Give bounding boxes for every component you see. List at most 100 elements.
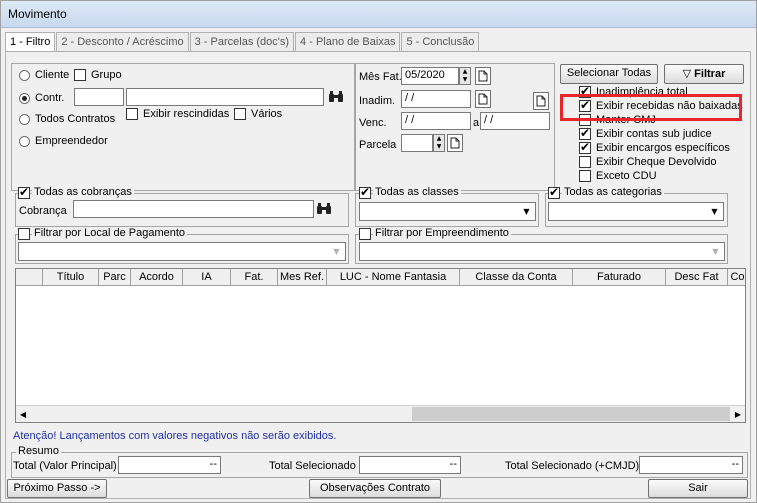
- check-varios[interactable]: [234, 108, 246, 120]
- inadim-extra-doc-icon[interactable]: [533, 92, 549, 110]
- radio-contr-label: Contr.: [35, 92, 65, 104]
- local-pagamento-select[interactable]: ▼: [18, 242, 346, 261]
- check-encargos-especificos[interactable]: [579, 140, 591, 154]
- empreendimento-legend: Filtrar por Empreendimento: [373, 227, 511, 239]
- venc-separator: a: [473, 117, 480, 129]
- scroll-left-icon[interactable]: ◀: [16, 407, 30, 422]
- mes-fat-spinner[interactable]: ▲ ▼: [459, 67, 471, 85]
- grid-horizontal-scrollbar[interactable]: ◀ ▶: [16, 405, 745, 422]
- radio-empreendedor[interactable]: [19, 136, 30, 147]
- scroll-thumb[interactable]: [412, 407, 730, 421]
- tab-desconto-acrescimo[interactable]: 2 - Desconto / Acréscimo: [56, 32, 189, 51]
- tab-conclusao[interactable]: 5 - Conclusão: [401, 32, 480, 51]
- total-cmjd-label: Total Selecionado (+CMJD): [505, 460, 640, 472]
- filter-button[interactable]: ▽ Filtrar: [664, 64, 744, 84]
- mes-fat-input[interactable]: 05/2020: [401, 67, 459, 85]
- radio-contr[interactable]: [19, 93, 30, 104]
- tab-parcelas[interactable]: 3 - Parcelas (doc's): [189, 32, 295, 51]
- check-encargos-especificos-label: Exibir encargos específicos: [596, 142, 730, 154]
- check-empreendimento[interactable]: [359, 228, 371, 240]
- total-selecionado-value: --: [359, 456, 461, 474]
- radio-cliente[interactable]: [19, 70, 30, 81]
- grid-col-acordo[interactable]: Acordo: [131, 269, 183, 286]
- grid-col-ia[interactable]: IA: [183, 269, 231, 286]
- check-contas-sub-judice[interactable]: [579, 126, 591, 140]
- check-exibir-rescindidas[interactable]: [126, 108, 138, 120]
- selection-group: [11, 63, 355, 191]
- radio-todos-contratos[interactable]: [19, 114, 30, 125]
- grid-col-classe-conta[interactable]: Classe da Conta: [460, 269, 573, 286]
- venc-from-input[interactable]: / /: [401, 112, 471, 130]
- scroll-right-icon[interactable]: ▶: [731, 407, 745, 422]
- radio-cliente-label: Cliente: [35, 69, 70, 81]
- inadim-calendar-icon[interactable]: [475, 90, 491, 108]
- check-exceto-cdu-label: Exceto CDU: [596, 170, 657, 182]
- check-todas-categorias[interactable]: [548, 185, 560, 199]
- check-grupo[interactable]: [74, 69, 86, 81]
- binoculars-icon[interactable]: [328, 88, 344, 106]
- movimento-window: Movimento 1 - Filtro 2 - Desconto / Acré…: [0, 0, 757, 503]
- venc-label: Venc.: [359, 117, 387, 129]
- cobranca-binoculars-icon[interactable]: [316, 200, 332, 218]
- grid-col-desc-fat[interactable]: Desc Fat: [666, 269, 728, 286]
- select-all-button[interactable]: Selecionar Todas: [560, 64, 658, 84]
- inadim-label: Inadim.: [359, 95, 396, 107]
- inadim-input[interactable]: / /: [401, 90, 471, 108]
- resumo-legend: Resumo: [16, 445, 61, 457]
- grid-col-parc[interactable]: Parc: [99, 269, 131, 286]
- exit-button[interactable]: Sair: [648, 479, 748, 498]
- grid-col-faturado[interactable]: Faturado: [573, 269, 666, 286]
- parcela-label: Parcela: [359, 139, 397, 151]
- total-principal-value: --: [118, 456, 221, 474]
- check-local-pagamento[interactable]: [18, 228, 30, 240]
- movimento-grid[interactable]: Título Parc Acordo IA Fat. Mes Ref. LUC …: [15, 268, 746, 423]
- contr-name-input[interactable]: [126, 88, 324, 106]
- grid-col-mes-ref[interactable]: Mes Ref.: [278, 269, 327, 286]
- window-title: Movimento: [8, 7, 67, 21]
- check-varios-label: Vários: [251, 108, 283, 120]
- tab-plano-baixas[interactable]: 4 - Plano de Baixas: [295, 32, 401, 51]
- funnel-icon: ▽: [682, 67, 692, 80]
- check-cheque-devolvido-label: Exibir Cheque Devolvido: [596, 156, 717, 168]
- tab-filtro[interactable]: 1 - Filtro: [5, 32, 56, 52]
- parcela-spinner[interactable]: ▲ ▼: [433, 134, 445, 152]
- check-cheque-devolvido[interactable]: [579, 156, 591, 168]
- next-step-button[interactable]: Próximo Passo ->: [7, 479, 107, 498]
- check-grupo-label: Grupo: [91, 69, 122, 81]
- check-todas-cobrancas[interactable]: [18, 185, 30, 199]
- cobranca-input[interactable]: [73, 200, 314, 218]
- title-bar: Movimento: [1, 1, 756, 28]
- empreendimento-select[interactable]: ▼: [359, 242, 725, 261]
- categorias-legend: Todas as categorias: [562, 186, 664, 198]
- categorias-select[interactable]: ▼: [548, 202, 724, 221]
- total-cmjd-value: --: [639, 456, 743, 474]
- contr-code-input[interactable]: [74, 88, 124, 106]
- total-principal-label: Total (Valor Principal): [13, 460, 117, 472]
- classes-select[interactable]: ▼: [359, 202, 536, 221]
- grid-col-co[interactable]: Co: [728, 269, 745, 286]
- grid-col-fat[interactable]: Fat.: [231, 269, 278, 286]
- check-exibir-rescindidas-label: Exibir rescindidas: [143, 108, 230, 120]
- parcela-doc-icon[interactable]: [447, 134, 463, 152]
- cobranca-label: Cobrança: [19, 205, 67, 217]
- check-contas-sub-judice-label: Exibir contas sub judice: [596, 128, 712, 140]
- chevron-down-icon: ▼: [523, 207, 530, 216]
- observacoes-contrato-button[interactable]: Observações Contrato: [309, 479, 441, 498]
- grid-col-selector[interactable]: [16, 269, 43, 286]
- venc-to-input[interactable]: / /: [480, 112, 550, 130]
- grid-col-titulo[interactable]: Título: [43, 269, 99, 286]
- total-selecionado-label: Total Selecionado: [269, 460, 356, 472]
- check-todas-classes[interactable]: [359, 185, 371, 199]
- chevron-down-icon: ▼: [333, 247, 340, 256]
- chevron-down-icon: ▼: [711, 207, 718, 216]
- tab-strip: 1 - Filtro 2 - Desconto / Acréscimo 3 - …: [5, 32, 480, 52]
- chevron-down-icon: ▼: [712, 247, 719, 256]
- mes-fat-label: Mês Fat.: [359, 71, 402, 83]
- check-exceto-cdu[interactable]: [579, 170, 591, 182]
- parcela-input[interactable]: [401, 134, 433, 152]
- filter-button-label: Filtrar: [694, 68, 726, 80]
- classes-legend: Todas as classes: [373, 186, 461, 198]
- mes-fat-calendar-icon[interactable]: [475, 67, 491, 85]
- grid-col-luc[interactable]: LUC - Nome Fantasia: [327, 269, 460, 286]
- highlight-frame: [560, 94, 742, 121]
